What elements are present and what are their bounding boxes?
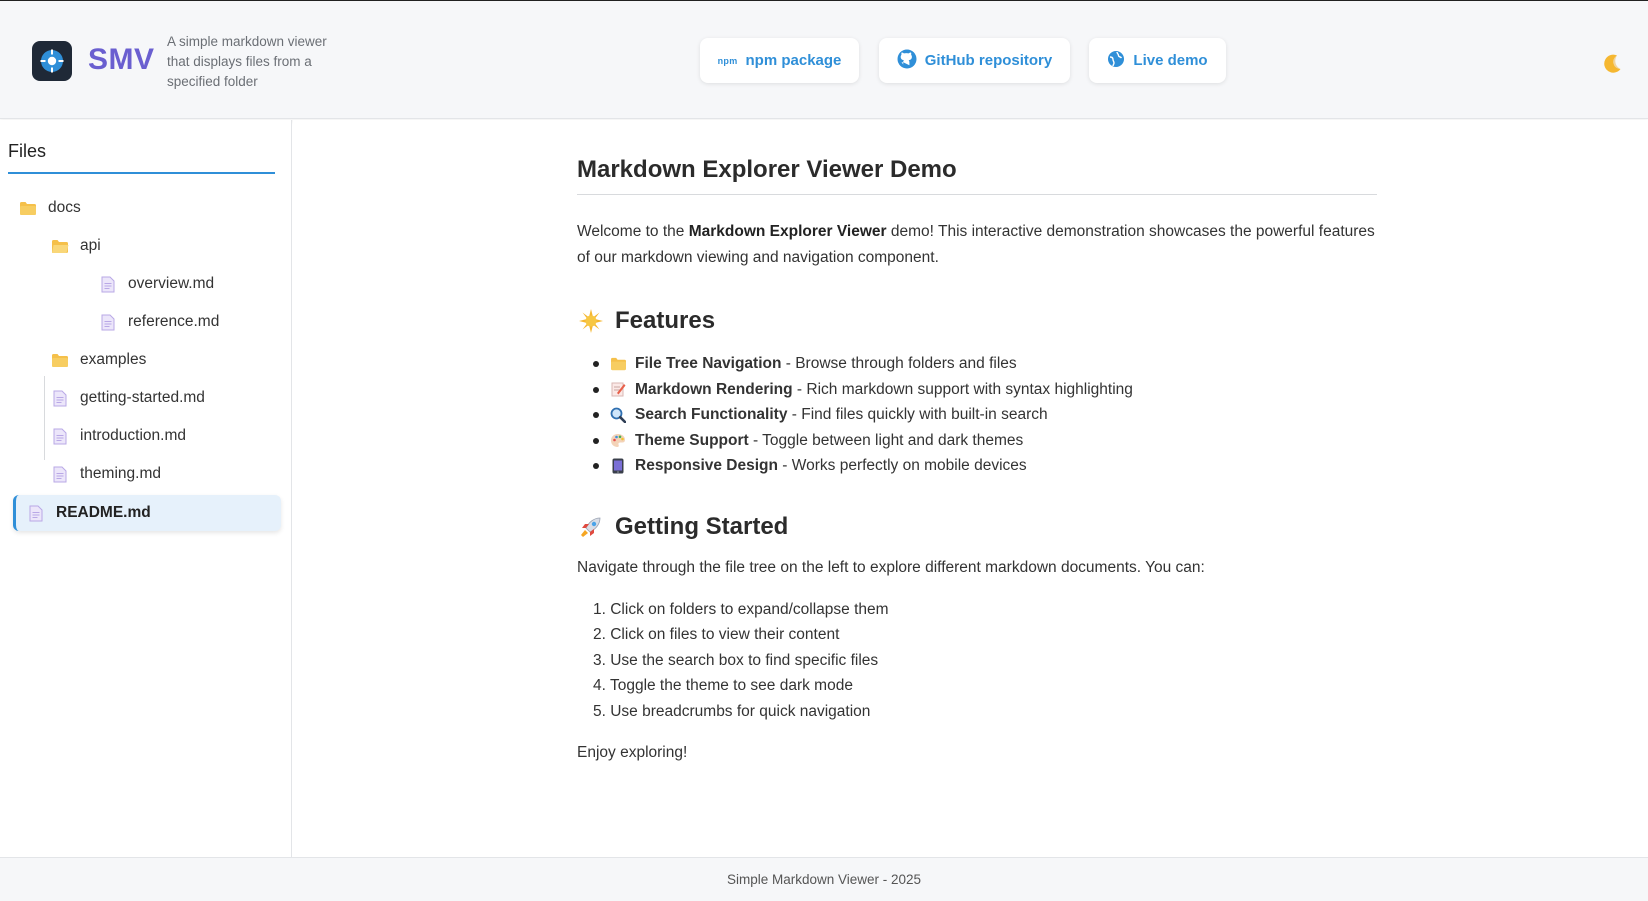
intro-paragraph: Welcome to the Markdown Explorer Viewer … <box>577 219 1377 271</box>
tree-item-label: api <box>80 237 101 254</box>
step-item: 4. Toggle the theme to see dark mode <box>593 677 853 694</box>
moon-icon <box>1600 52 1624 81</box>
tree-folder-examples[interactable]: examples <box>50 342 146 378</box>
npm-icon: npm <box>717 55 738 66</box>
sidebar-title: Files <box>8 141 275 174</box>
feature-item: Markdown Rendering - Rich markdown suppo… <box>577 377 1377 403</box>
tree-item-label: overview.md <box>128 275 215 292</box>
features-list: File Tree Navigation - Browse through fo… <box>577 351 1377 479</box>
getting-started-heading-text: Getting Started <box>615 512 789 540</box>
tree-file-getting-started[interactable]: getting-started.md <box>50 380 205 416</box>
feature-desc: - Browse through folders and files <box>781 355 1017 372</box>
app-tagline: A simple markdown viewer that displays f… <box>167 34 327 89</box>
tree-folder-api[interactable]: api <box>50 228 101 264</box>
folder-open-icon <box>50 236 70 256</box>
getting-started-paragraph: Navigate through the file tree on the le… <box>577 558 1205 576</box>
tree-item-label: theming.md <box>80 465 161 482</box>
tree-item-label: getting-started.md <box>80 389 205 406</box>
npm-package-button[interactable]: npm npm package <box>700 38 859 83</box>
app-logo-text[interactable]: SMV <box>88 43 155 77</box>
document-title: Markdown Explorer Viewer Demo <box>577 156 1377 195</box>
feature-item: Responsive Design - Works perfectly on m… <box>577 453 1377 479</box>
file-icon <box>50 464 70 484</box>
getting-started-heading: Getting Started <box>577 513 1377 541</box>
step-item: 3. Use the search box to find specific f… <box>593 651 879 669</box>
file-tree-sidebar: Files docs api overview.md reference.md … <box>0 120 292 857</box>
tree-file-reference[interactable]: reference.md <box>98 304 219 340</box>
file-icon <box>50 426 70 446</box>
feature-name: Responsive Design <box>635 457 778 474</box>
app-footer: Simple Markdown Viewer - 2025 <box>0 857 1648 901</box>
feature-desc: - Toggle between light and dark themes <box>748 431 1024 449</box>
markdown-document: Markdown Explorer Viewer Demo Welcome to… <box>577 156 1377 766</box>
tree-guide-line <box>44 376 45 460</box>
github-icon <box>897 49 917 73</box>
tree-item-label: reference.md <box>128 313 220 330</box>
live-demo-button[interactable]: Live demo <box>1089 38 1226 83</box>
step-item: 5. Use breadcrumbs for quick navigation <box>593 702 871 720</box>
tree-file-introduction[interactable]: introduction.md <box>50 418 186 454</box>
features-heading: Features <box>577 307 1377 335</box>
folder-icon <box>18 198 38 218</box>
mobile-icon <box>609 457 627 475</box>
feature-item: Theme Support - Toggle between light and… <box>577 428 1377 454</box>
app-header: SMV A simple markdown viewer that displa… <box>0 1 1648 119</box>
folder-icon <box>50 350 70 370</box>
memo-icon <box>609 380 627 398</box>
feature-name: Theme Support <box>635 431 749 449</box>
intro-prefix: Welcome to the <box>577 223 689 240</box>
tree-item-label: docs <box>48 199 81 216</box>
file-icon <box>50 388 70 408</box>
npm-package-label: npm package <box>745 52 842 69</box>
file-icon <box>98 274 118 294</box>
feature-name: Markdown Rendering <box>635 380 793 398</box>
github-repository-button[interactable]: GitHub repository <box>879 38 1070 83</box>
features-heading-text: Features <box>615 307 716 334</box>
tree-item-label: examples <box>80 351 147 368</box>
markdown-content-area: Markdown Explorer Viewer Demo Welcome to… <box>293 120 1648 857</box>
theme-toggle-button[interactable] <box>1597 51 1627 81</box>
live-demo-label: Live demo <box>1133 52 1208 69</box>
magnifier-icon <box>609 406 627 424</box>
palette-icon <box>609 431 627 449</box>
feature-item: File Tree Navigation - Browse through fo… <box>577 351 1377 377</box>
footer-text: Simple Markdown Viewer - 2025 <box>726 872 922 887</box>
closing-paragraph: Enjoy exploring! <box>577 744 688 761</box>
feature-desc: - Rich markdown support with syntax high… <box>792 380 1133 398</box>
tree-item-label: README.md <box>56 504 151 521</box>
intro-bold: Markdown Explorer Viewer <box>688 223 887 240</box>
rocket-icon <box>577 513 605 541</box>
folder-icon <box>609 355 627 373</box>
step-item: 2. Click on files to view their content <box>593 626 840 643</box>
feature-desc: - Find files quickly with built-in searc… <box>787 406 1048 423</box>
feature-desc: - Works perfectly on mobile devices <box>778 457 1027 474</box>
tree-folder-docs[interactable]: docs <box>18 190 81 226</box>
tree-item-label: introduction.md <box>80 427 186 444</box>
steps-list: 1. Click on folders to expand/collapse t… <box>577 597 1377 725</box>
file-icon <box>98 312 118 332</box>
feature-name: File Tree Navigation <box>635 355 782 372</box>
logo-icon[interactable] <box>32 41 72 81</box>
file-icon <box>26 503 46 523</box>
tree-file-readme[interactable]: README.md <box>13 495 281 531</box>
sparkle-icon <box>577 307 605 335</box>
tree-file-theming[interactable]: theming.md <box>50 456 161 492</box>
feature-item: Search Functionality - Find files quickl… <box>577 402 1377 428</box>
github-repository-label: GitHub repository <box>924 52 1053 69</box>
tree-file-overview[interactable]: overview.md <box>98 266 214 302</box>
step-item: 1. Click on folders to expand/collapse t… <box>593 600 889 618</box>
globe-icon <box>1107 50 1125 72</box>
feature-name: Search Functionality <box>635 406 788 423</box>
